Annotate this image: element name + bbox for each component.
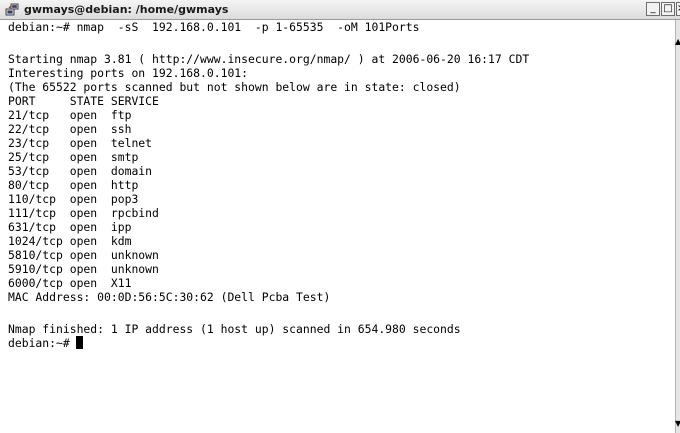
port-row: 110/tcp open pop3	[8, 192, 139, 206]
putty-terminal-icon	[5, 3, 19, 16]
port-row: 631/tcp open ipp	[8, 220, 132, 234]
port-row: 23/tcp open telnet	[8, 136, 153, 150]
mac-address-line: MAC Address: 00:0D:56:5C:30:62 (Dell Pcb…	[8, 290, 331, 304]
shell-prompt: debian:~#	[8, 336, 70, 350]
text-cursor	[75, 336, 83, 349]
port-row: 21/tcp open ftp	[8, 108, 132, 122]
table-header: PORT STATE SERVICE	[8, 94, 159, 108]
maximize-button[interactable]: □	[661, 2, 675, 16]
port-row: 80/tcp open http	[8, 178, 139, 192]
port-row: 5910/tcp open unknown	[8, 262, 159, 276]
vertical-scrollbar[interactable]	[675, 20, 680, 433]
title-bar[interactable]: gwmays@debian: /home/gwmays _ □ ×	[0, 0, 680, 20]
closed-ports-line: (The 65522 ports scanned but not shown b…	[8, 80, 461, 94]
port-row: 1024/tcp open kdm	[8, 234, 132, 248]
port-row: 6000/tcp open X11	[8, 276, 132, 290]
minimize-button[interactable]: _	[646, 2, 660, 16]
window-title: gwmays@debian: /home/gwmays	[24, 3, 229, 16]
close-button[interactable]: ×	[676, 2, 680, 16]
terminal-window: gwmays@debian: /home/gwmays _ □ × debian…	[0, 0, 680, 433]
port-row: 53/tcp open domain	[8, 164, 153, 178]
port-row: 22/tcp open ssh	[8, 122, 132, 136]
port-row: 25/tcp open smtp	[8, 150, 139, 164]
finished-line: Nmap finished: 1 IP address (1 host up) …	[8, 322, 461, 336]
scroll-down-arrow-icon[interactable]: ▼	[675, 420, 680, 428]
port-row: 5810/tcp open unknown	[8, 248, 159, 262]
interesting-ports-line: Interesting ports on 192.168.0.101:	[8, 66, 249, 80]
scroll-up-arrow-icon[interactable]: ▲	[675, 38, 680, 46]
start-line: Starting nmap 3.81 ( http://www.insecure…	[8, 52, 530, 66]
command-line: debian:~# nmap -sS 192.168.0.101 -p 1-65…	[8, 20, 420, 34]
port-row: 111/tcp open rpcbind	[8, 206, 159, 220]
terminal-output[interactable]: debian:~# nmap -sS 192.168.0.101 -p 1-65…	[0, 20, 675, 433]
prompt-line: debian:~#	[8, 336, 83, 350]
